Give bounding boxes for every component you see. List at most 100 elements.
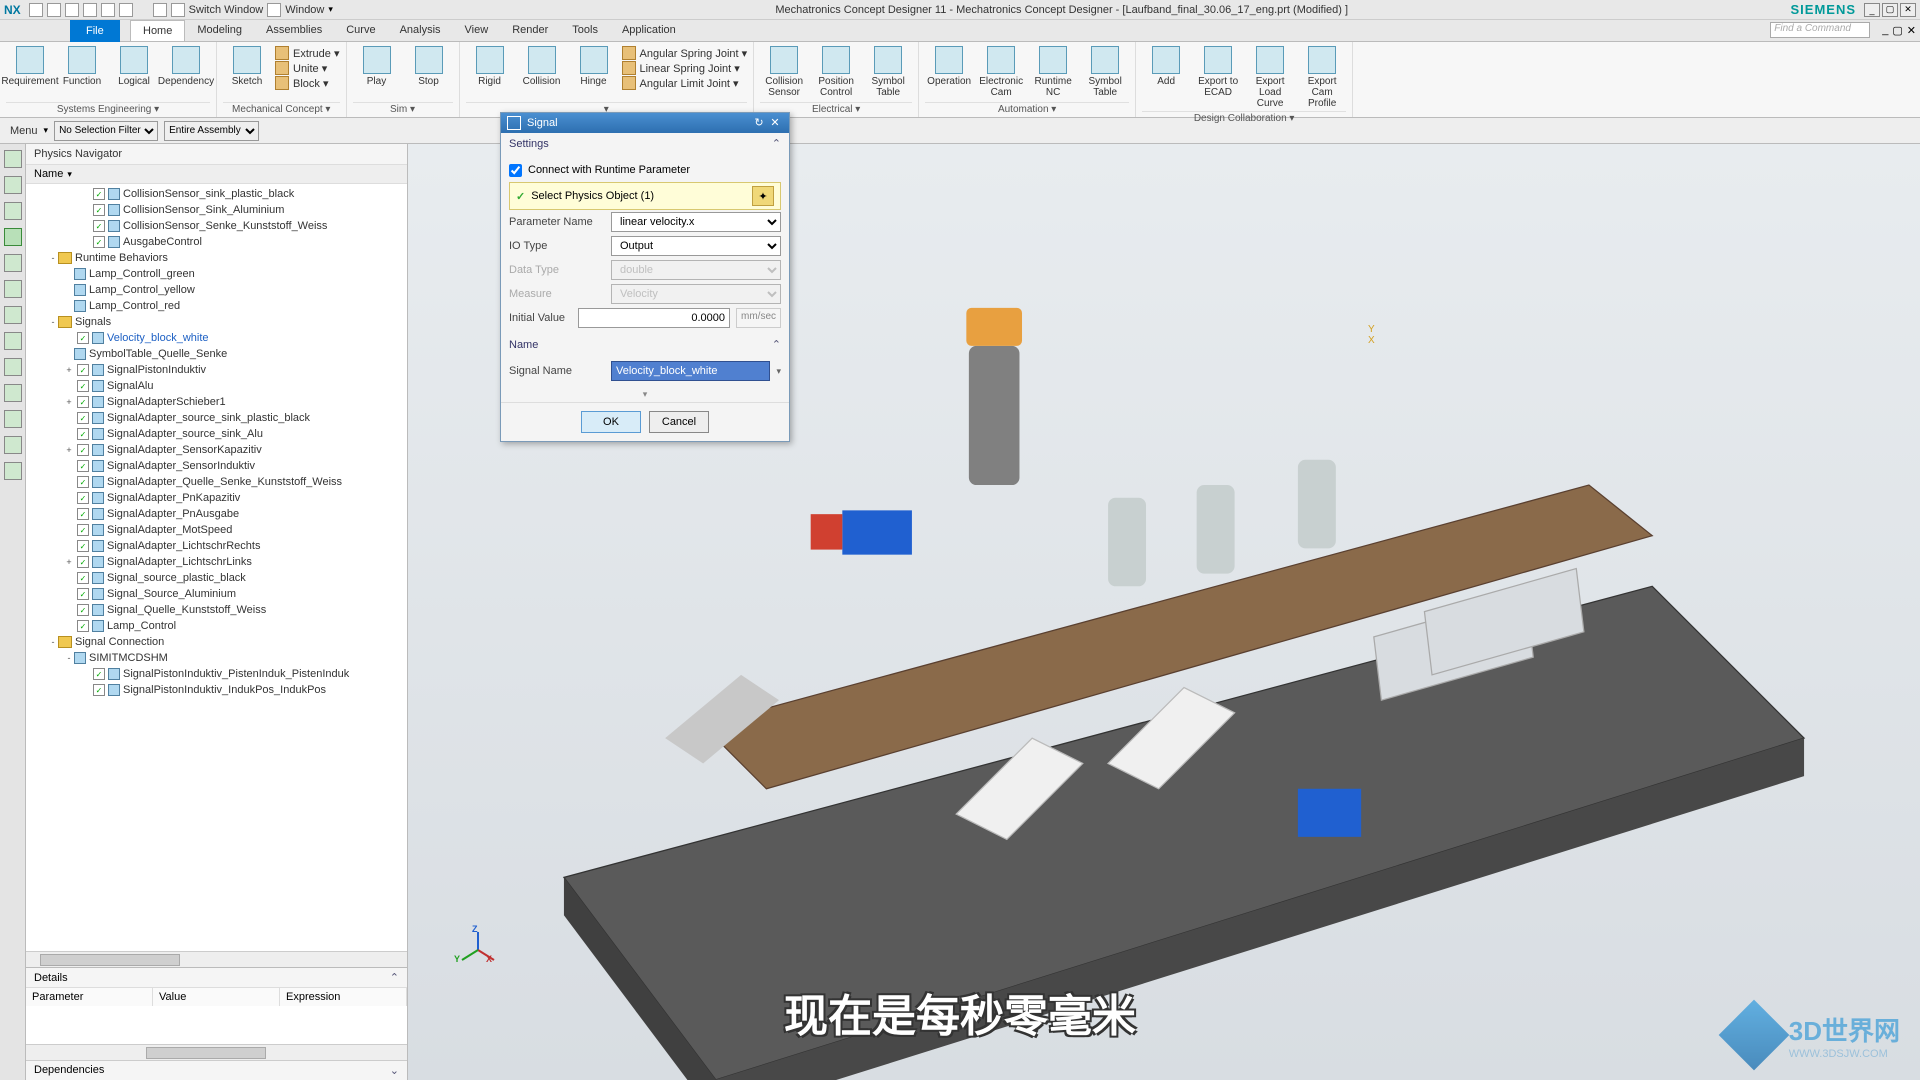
mdi-restore-button[interactable]: ▢ (1892, 24, 1902, 37)
tree-node[interactable]: -Runtime Behaviors (26, 250, 407, 266)
ribbon-sketch[interactable]: Sketch (223, 44, 271, 102)
ribbon-export-load-curve[interactable]: Export Load Curve (1246, 44, 1294, 111)
ribbon-electronic-cam[interactable]: Electronic Cam (977, 44, 1025, 102)
ribbon-group-label[interactable]: Mechanical Concept ▾ (223, 102, 340, 115)
ribbon-group-label[interactable]: Sim ▾ (353, 102, 453, 115)
io-type-dropdown[interactable]: Output (611, 236, 781, 256)
dialog-close-icon[interactable]: ✕ (767, 116, 783, 130)
ribbon-stop[interactable]: Stop (405, 44, 453, 102)
ok-button[interactable]: OK (581, 411, 641, 433)
ribbon-hinge[interactable]: Hinge (570, 44, 618, 102)
collapse-icon[interactable]: ⌃ (390, 971, 399, 984)
navigator-column-header[interactable]: Name▾ (26, 165, 407, 184)
tree-node[interactable]: ✓SignalAdapter_source_sink_Alu (26, 426, 407, 442)
tree-node[interactable]: ✓CollisionSensor_Sink_Aluminium (26, 202, 407, 218)
ribbon-symbol-table[interactable]: Symbol Table (1081, 44, 1129, 102)
copy-icon[interactable] (101, 3, 115, 17)
ribbon-unite[interactable]: Unite ▾ (275, 61, 340, 75)
tree-node[interactable]: Lamp_Controll_green (26, 266, 407, 282)
expand-icon[interactable]: ⌄ (390, 1064, 399, 1077)
tree-node[interactable]: ✓SignalPistonInduktiv_IndukPos_IndukPos (26, 682, 407, 698)
mdi-minimize-button[interactable]: _ (1882, 24, 1888, 36)
ribbon-export-cam-profile[interactable]: Export Cam Profile (1298, 44, 1346, 111)
tree-node[interactable]: ✓SignalAdapter_PnAusgabe (26, 506, 407, 522)
tree-node[interactable]: -Signal Connection (26, 634, 407, 650)
switch-window-menu[interactable]: Switch Window (189, 4, 264, 16)
menu-tab-view[interactable]: View (453, 20, 501, 41)
menu-tab-tools[interactable]: Tools (560, 20, 610, 41)
menu-tab-assemblies[interactable]: Assemblies (254, 20, 334, 41)
touch-icon[interactable] (153, 3, 167, 17)
tree-node[interactable]: ✓SignalAdapter_source_sink_plastic_black (26, 410, 407, 426)
roles-icon[interactable] (4, 332, 22, 350)
tree-node[interactable]: ✓Signal_Quelle_Kunststoff_Weiss (26, 602, 407, 618)
tree-node[interactable]: ✓Velocity_block_white (26, 330, 407, 346)
ribbon-position-control[interactable]: Position Control (812, 44, 860, 102)
ribbon-linear-spring-joint[interactable]: Linear Spring Joint ▾ (622, 61, 748, 75)
ribbon-collision-sensor[interactable]: Collision Sensor (760, 44, 808, 102)
ribbon-play[interactable]: Play (353, 44, 401, 102)
ribbon-block[interactable]: Block ▾ (275, 76, 340, 90)
ribbon-angular-spring-joint[interactable]: Angular Spring Joint ▾ (622, 46, 748, 60)
tree-node[interactable]: +✓SignalPistonInduktiv (26, 362, 407, 378)
part-navigator-icon[interactable] (4, 176, 22, 194)
tree-node[interactable]: ✓Lamp_Control (26, 618, 407, 634)
ribbon-angular-limit-joint[interactable]: Angular Limit Joint ▾ (622, 76, 748, 90)
initial-value-input[interactable] (578, 308, 730, 328)
assembly-scope-dropdown[interactable]: Entire Assembly (164, 121, 259, 141)
cut-icon[interactable] (83, 3, 97, 17)
navigator-tree[interactable]: ✓CollisionSensor_sink_plastic_black✓Coll… (26, 184, 407, 951)
tree-node[interactable]: +✓SignalAdapter_SensorKapazitiv (26, 442, 407, 458)
selection-filter-dropdown[interactable]: No Selection Filter (54, 121, 158, 141)
tree-node[interactable]: ✓Signal_source_plastic_black (26, 570, 407, 586)
constraint-navigator-icon[interactable] (4, 202, 22, 220)
details-scrollbar[interactable] (26, 1044, 407, 1060)
menu-tab-application[interactable]: Application (610, 20, 688, 41)
ribbon-export-to-ecad[interactable]: Export to ECAD (1194, 44, 1242, 111)
tree-node[interactable]: Lamp_Control_red (26, 298, 407, 314)
file-menu[interactable]: File (70, 20, 120, 42)
ribbon-symbol-table[interactable]: Symbol Table (864, 44, 912, 102)
ribbon-add[interactable]: Add (1142, 44, 1190, 111)
tree-node[interactable]: ✓SignalPistonInduktiv_PistenInduk_Pisten… (26, 666, 407, 682)
ribbon-extrude[interactable]: Extrude ▾ (275, 46, 340, 60)
select-physics-object[interactable]: ✓ Select Physics Object (1) ✦ (509, 182, 781, 210)
tree-node[interactable]: Lamp_Control_yellow (26, 282, 407, 298)
tree-node[interactable]: SymbolTable_Quelle_Senke (26, 346, 407, 362)
minimize-button[interactable]: _ (1864, 3, 1880, 17)
tree-node[interactable]: +✓SignalAdapterSchieber1 (26, 394, 407, 410)
horizontal-scrollbar[interactable] (26, 951, 407, 967)
tree-node[interactable]: -Signals (26, 314, 407, 330)
menu-tab-curve[interactable]: Curve (334, 20, 387, 41)
restore-button[interactable]: ▢ (1882, 3, 1898, 17)
ribbon-operation[interactable]: Operation (925, 44, 973, 102)
dialog-titlebar[interactable]: Signal ↻ ✕ (501, 113, 789, 133)
tree-node[interactable]: -SIMITMCDSHM (26, 650, 407, 666)
connect-runtime-checkbox[interactable] (509, 164, 522, 177)
undo-icon[interactable] (47, 3, 61, 17)
menu-label[interactable]: Menu (10, 125, 38, 137)
reuse-library-icon[interactable] (4, 254, 22, 272)
menu-tab-analysis[interactable]: Analysis (388, 20, 453, 41)
tree-node[interactable]: ✓Signal_Source_Aluminium (26, 586, 407, 602)
hd3d-icon[interactable] (4, 384, 22, 402)
ribbon-group-label[interactable]: Design Collaboration ▾ (1142, 111, 1346, 124)
tree-node[interactable]: ✓CollisionSensor_Senke_Kunststoff_Weiss (26, 218, 407, 234)
tree-node[interactable]: ✓CollisionSensor_sink_plastic_black (26, 186, 407, 202)
ribbon-requirement[interactable]: Requirement (6, 44, 54, 102)
assembly-navigator-icon[interactable] (4, 150, 22, 168)
paste-icon[interactable] (119, 3, 133, 17)
menu-tab-home[interactable]: Home (130, 20, 185, 41)
ribbon-group-label[interactable]: Automation ▾ (925, 102, 1129, 115)
window-menu[interactable]: Window (285, 4, 324, 16)
pick-icon[interactable]: ✦ (752, 186, 774, 206)
system-icon[interactable] (4, 436, 22, 454)
ribbon-logical[interactable]: Logical (110, 44, 158, 102)
switch-icon[interactable] (171, 3, 185, 17)
collapse-icon[interactable]: ⌃ (772, 338, 781, 351)
browser-icon[interactable] (4, 358, 22, 376)
dialog-reset-icon[interactable]: ↻ (751, 116, 767, 130)
tree-node[interactable]: ✓SignalAdapter_LichtschrRechts (26, 538, 407, 554)
command-search[interactable]: Find a Command (1770, 22, 1870, 38)
tree-node[interactable]: ✓SignalAdapter_PnKapazitiv (26, 490, 407, 506)
